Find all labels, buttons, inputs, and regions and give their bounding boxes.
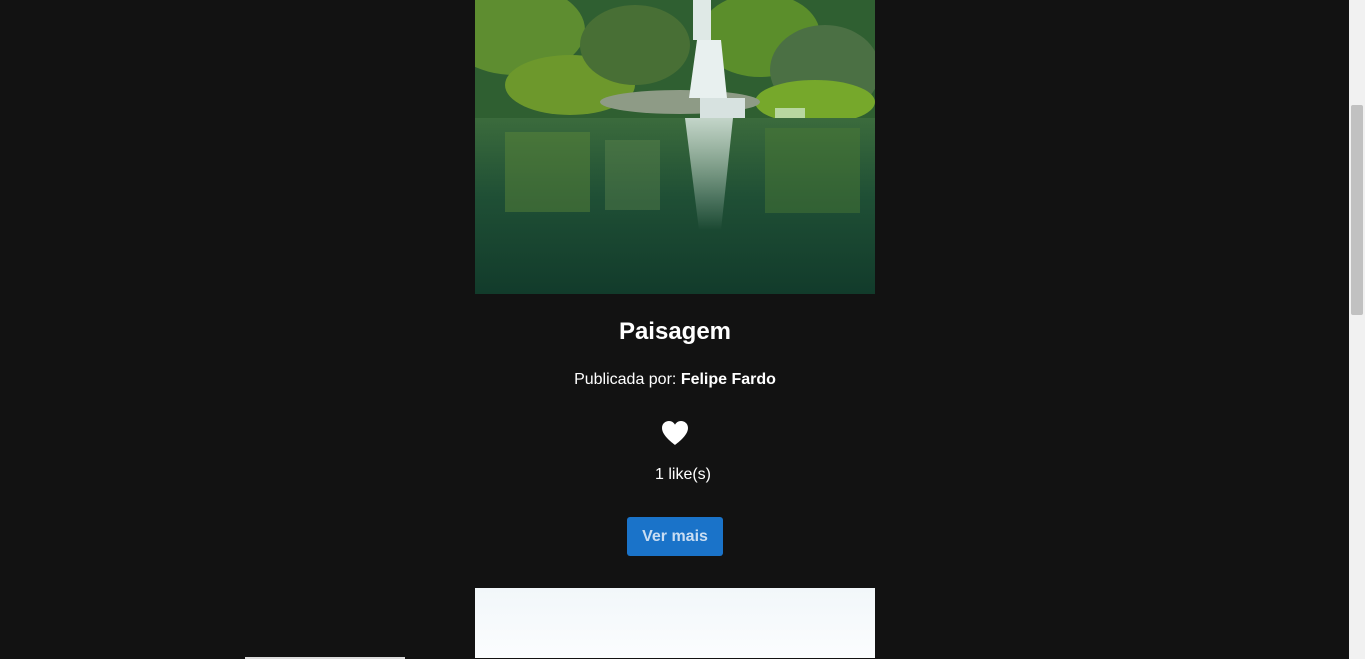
post-feed: Paisagem Publicada por: Felipe Fardo 1 l… — [0, 0, 1349, 659]
author-prefix: Publicada por: — [574, 371, 677, 388]
like-count: 1 like(s) — [654, 466, 711, 483]
post-title: Paisagem — [618, 318, 732, 345]
author-name: Felipe Fardo — [680, 371, 776, 388]
next-post-image — [475, 588, 875, 658]
scrollbar-thumb[interactable] — [1351, 105, 1363, 315]
ver-mais-button[interactable]: Ver mais — [627, 517, 723, 556]
heart-icon[interactable] — [661, 420, 689, 446]
post-card: Paisagem Publicada por: Felipe Fardo 1 l… — [475, 0, 875, 556]
app-viewport: Paisagem Publicada por: Felipe Fardo 1 l… — [0, 0, 1365, 659]
post-image — [475, 0, 875, 294]
post-author: Publicada por: Felipe Fardo — [475, 370, 875, 390]
page-scrollbar[interactable] — [1349, 0, 1365, 659]
